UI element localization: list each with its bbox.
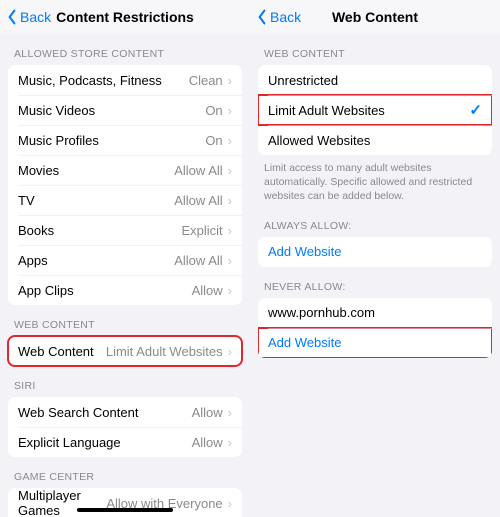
back-label: Back bbox=[20, 9, 51, 25]
row-multiplayer[interactable]: Multiplayer GamesAllow with Everyone› bbox=[8, 488, 242, 517]
section-header-gc: GAME CENTER bbox=[0, 457, 250, 488]
chevron-right-icon: › bbox=[228, 224, 232, 237]
section-header-options: WEB CONTENT bbox=[250, 34, 500, 65]
gc-group: Multiplayer GamesAllow with Everyone› Ad… bbox=[8, 488, 242, 517]
row-app-clips[interactable]: App ClipsAllow› bbox=[8, 275, 242, 305]
row-books[interactable]: BooksExplicit› bbox=[8, 215, 242, 245]
section-header-never: NEVER ALLOW: bbox=[250, 267, 500, 298]
chevron-right-icon: › bbox=[228, 254, 232, 267]
option-unrestricted[interactable]: Unrestricted bbox=[258, 65, 492, 95]
nav-bar-right: Back Web Content bbox=[250, 0, 500, 34]
row-music-videos[interactable]: Music VideosOn› bbox=[8, 95, 242, 125]
never-group: www.pornhub.com Add Website bbox=[258, 298, 492, 358]
chevron-right-icon: › bbox=[228, 497, 232, 510]
row-music-profiles[interactable]: Music ProfilesOn› bbox=[8, 125, 242, 155]
siri-group: Web Search ContentAllow› Explicit Langua… bbox=[8, 397, 242, 457]
back-button[interactable]: Back bbox=[6, 9, 51, 25]
options-group: Unrestricted Limit Adult Websites✓ Allow… bbox=[258, 65, 492, 155]
row-movies[interactable]: MoviesAllow All› bbox=[8, 155, 242, 185]
chevron-left-icon bbox=[256, 9, 268, 25]
section-header-siri: SIRI bbox=[0, 366, 250, 397]
section-header-always: ALWAYS ALLOW: bbox=[250, 206, 500, 237]
chevron-right-icon: › bbox=[228, 345, 232, 358]
checkmark-icon: ✓ bbox=[469, 101, 482, 119]
chevron-right-icon: › bbox=[228, 194, 232, 207]
row-tv[interactable]: TVAllow All› bbox=[8, 185, 242, 215]
back-label: Back bbox=[270, 9, 301, 25]
nav-bar-left: Back Content Restrictions bbox=[0, 0, 250, 34]
content-restrictions-screen: Back Content Restrictions ALLOWED STORE … bbox=[0, 0, 250, 517]
chevron-right-icon: › bbox=[228, 74, 232, 87]
row-apps[interactable]: AppsAllow All› bbox=[8, 245, 242, 275]
option-allowed-websites[interactable]: Allowed Websites bbox=[258, 125, 492, 155]
back-button[interactable]: Back bbox=[256, 9, 301, 25]
always-group: Add Website bbox=[258, 237, 492, 267]
chevron-left-icon bbox=[6, 9, 18, 25]
chevron-right-icon: › bbox=[228, 134, 232, 147]
row-web-content[interactable]: Web ContentLimit Adult Websites› bbox=[8, 336, 242, 366]
home-indicator[interactable] bbox=[77, 508, 173, 512]
section-header-web: WEB CONTENT bbox=[0, 305, 250, 336]
section-header-store: ALLOWED STORE CONTENT bbox=[0, 34, 250, 65]
chevron-right-icon: › bbox=[228, 104, 232, 117]
option-limit-adult[interactable]: Limit Adult Websites✓ bbox=[258, 95, 492, 125]
chevron-right-icon: › bbox=[228, 284, 232, 297]
never-site-row[interactable]: www.pornhub.com bbox=[258, 298, 492, 328]
web-content-group: Web ContentLimit Adult Websites› bbox=[8, 336, 242, 366]
options-footer: Limit access to many adult websites auto… bbox=[250, 155, 500, 206]
web-content-screen: Back Web Content WEB CONTENT Unrestricte… bbox=[250, 0, 500, 517]
row-explicit-language[interactable]: Explicit LanguageAllow› bbox=[8, 427, 242, 457]
add-website-always[interactable]: Add Website bbox=[258, 237, 492, 267]
add-website-never[interactable]: Add Website bbox=[258, 328, 492, 358]
row-music[interactable]: Music, Podcasts, FitnessClean› bbox=[8, 65, 242, 95]
chevron-right-icon: › bbox=[228, 436, 232, 449]
chevron-right-icon: › bbox=[228, 164, 232, 177]
store-group: Music, Podcasts, FitnessClean› Music Vid… bbox=[8, 65, 242, 305]
chevron-right-icon: › bbox=[228, 406, 232, 419]
row-web-search-content[interactable]: Web Search ContentAllow› bbox=[8, 397, 242, 427]
